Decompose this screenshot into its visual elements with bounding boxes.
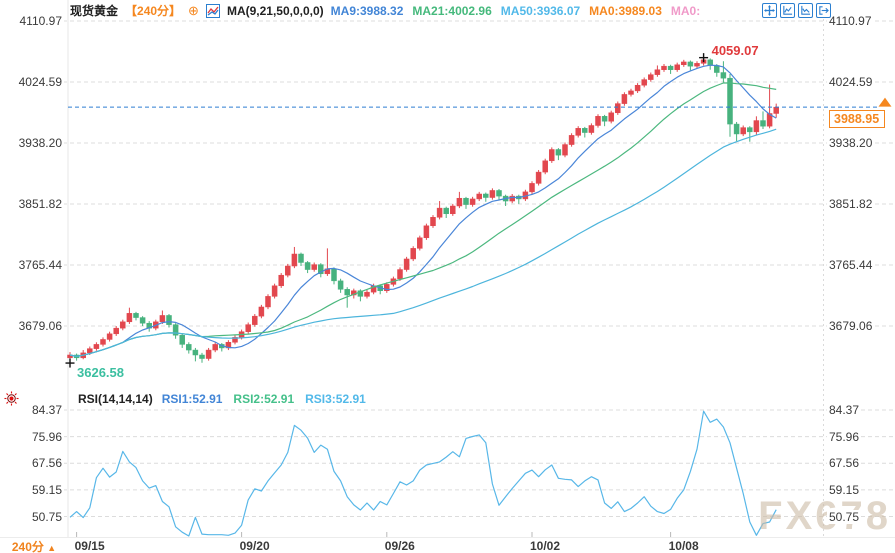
last-price-tag: 3988.95 xyxy=(829,110,886,129)
ma-value-label: MA21:4002.96 xyxy=(412,3,492,18)
ma-value-label: MA0: xyxy=(670,3,701,18)
high-price-label: 4059.07 xyxy=(711,42,759,58)
interval-label[interactable]: 【240分】 xyxy=(125,2,181,19)
chart-zoom-in-icon[interactable] xyxy=(780,3,795,18)
expand-circle-plus-icon[interactable]: ⊕ xyxy=(188,4,199,17)
x-axis-date-label: 10/02 xyxy=(530,539,561,553)
main-chart-canvas[interactable] xyxy=(0,0,895,553)
rsi-settings-label[interactable]: RSI(14,14,14) xyxy=(78,392,153,406)
x-axis-date-label: 09/15 xyxy=(74,539,105,553)
y-axis-label: 50.75 xyxy=(827,509,862,524)
y-axis-label: 3765.44 xyxy=(827,258,875,272)
y-axis-label: 67.56 xyxy=(827,456,862,471)
triangle-up-icon: ▲ xyxy=(47,543,57,553)
alert-sun-icon[interactable] xyxy=(4,391,19,406)
rsi-value-label: RSI1:52.91 xyxy=(161,391,223,406)
timeframe-tab-label: 240分 xyxy=(11,540,44,553)
ma9-line xyxy=(69,64,777,357)
ma-value-label: MA0:3989.03 xyxy=(589,3,662,18)
fx678-watermark: FX678 xyxy=(758,494,891,538)
chart-header: 现货黄金 【240分】 ⊕ MA(9,21,50,0,0,0) MA9:3988… xyxy=(70,3,700,18)
chart-window: 现货黄金 【240分】 ⊕ MA(9,21,50,0,0,0) MA9:3988… xyxy=(0,0,895,553)
y-axis-label: 3679.06 xyxy=(827,319,875,333)
price-arrow-icon xyxy=(878,97,892,107)
y-axis-label: 75.96 xyxy=(827,429,862,444)
chart-zoom-out-icon[interactable] xyxy=(798,3,813,18)
y-axis-label: 4110.97 xyxy=(0,14,64,28)
x-axis-date-label: 09/26 xyxy=(384,539,415,553)
timeframe-tab[interactable]: 240分 ▲ xyxy=(0,538,68,553)
low-price-label: 3626.58 xyxy=(77,365,124,381)
time-axis-bar xyxy=(0,537,895,553)
rsi-header: RSI(14,14,14) RSI1:52.91 RSI2:52.91 RSI3:5… xyxy=(4,391,366,406)
rsi-value-label: RSI3:52.91 xyxy=(305,391,366,406)
x-axis-date-label: 10/08 xyxy=(668,539,699,553)
y-axis-label: 3765.44 xyxy=(0,258,64,272)
ma-settings-label[interactable]: MA(9,21,50,0,0,0) xyxy=(227,4,324,18)
x-axis-date-label: 09/20 xyxy=(239,539,270,553)
ma-value-label: MA50:3936.07 xyxy=(500,3,581,18)
y-axis-label: 3938.20 xyxy=(0,136,64,150)
rsi-line xyxy=(69,410,777,537)
y-axis-label: 4110.97 xyxy=(827,14,874,28)
y-axis-label: 50.75 xyxy=(0,509,64,524)
ma21-line xyxy=(69,82,777,357)
y-axis-label: 59.15 xyxy=(827,482,862,497)
y-axis-label: 75.96 xyxy=(0,429,64,444)
y-axis-label: 3851.82 xyxy=(827,197,875,211)
chart-toolbar xyxy=(762,3,831,18)
y-axis-label: 3851.82 xyxy=(0,197,64,211)
ma-values-row: MA9:3988.32 MA21:4002.96 MA50:3936.07 MA0:3… xyxy=(331,4,701,18)
y-axis-label: 3679.06 xyxy=(0,319,64,333)
indicator-chart-icon[interactable] xyxy=(205,3,220,18)
ma-value-label: MA9:3988.32 xyxy=(330,3,404,18)
y-axis-label: 4024.59 xyxy=(827,74,875,89)
y-axis-label: 4024.59 xyxy=(0,74,64,89)
y-axis-label: 67.56 xyxy=(0,456,64,471)
y-axis-label: 59.15 xyxy=(0,482,64,497)
y-axis-label: 3938.20 xyxy=(827,136,875,150)
rsi-values-row: RSI1:52.91 RSI2:52.91 RSI3:52.91 xyxy=(162,392,366,406)
symbol-name: 现货黄金 xyxy=(70,4,119,18)
move-icon[interactable] xyxy=(762,3,777,18)
exit-fullscreen-icon[interactable] xyxy=(816,3,831,18)
gridlines xyxy=(0,0,893,553)
rsi-value-label: RSI2:52.91 xyxy=(233,391,295,406)
y-axis-label: 84.37 xyxy=(827,403,862,417)
candlestick-series xyxy=(67,57,779,364)
